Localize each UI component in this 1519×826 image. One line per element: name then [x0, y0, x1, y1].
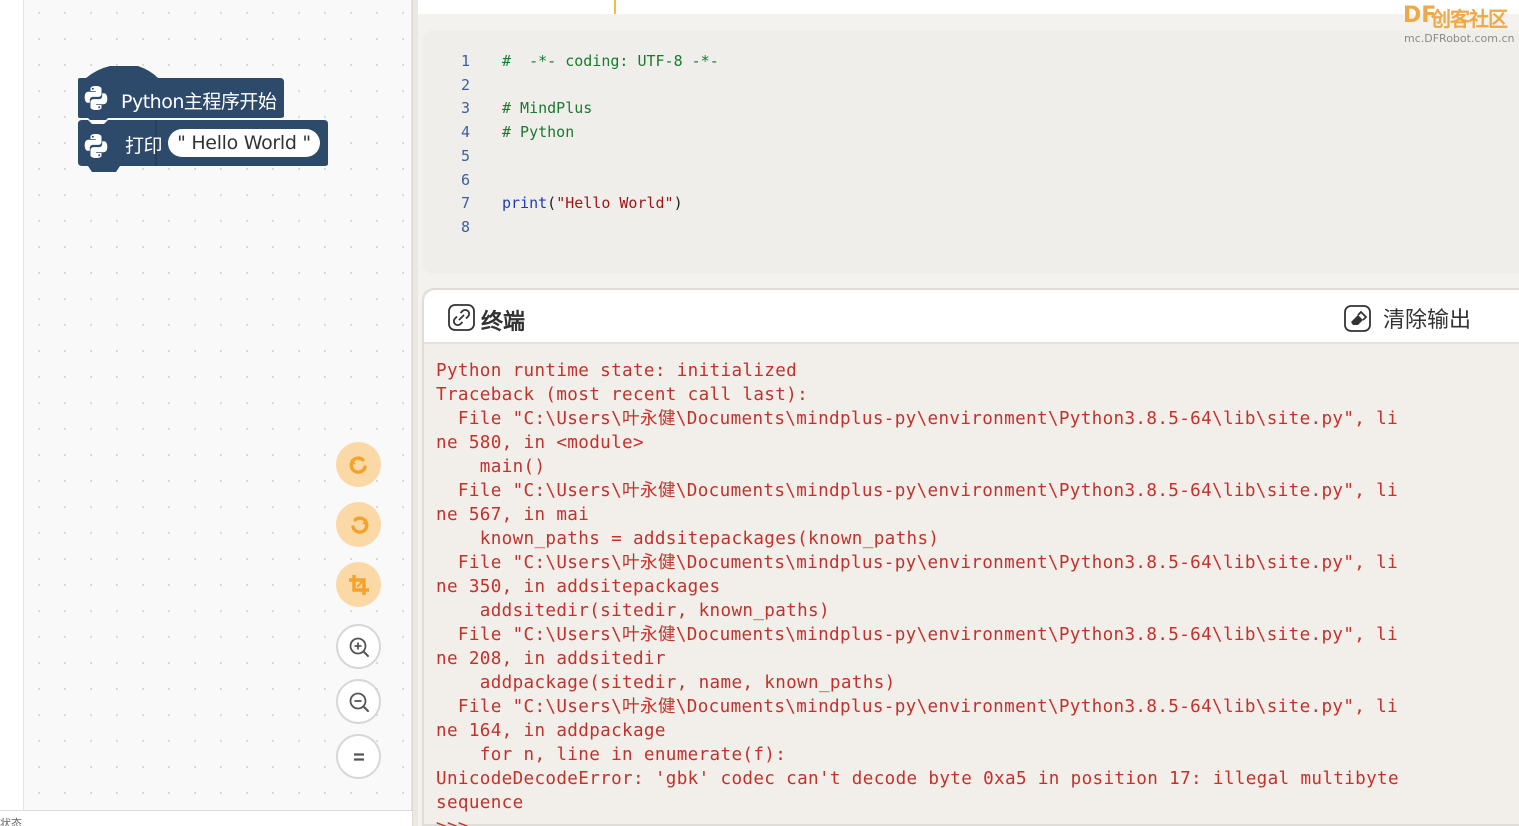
eraser-icon — [1344, 304, 1371, 332]
editor-tab-active[interactable] — [418, 0, 616, 14]
line-number: 1 — [460, 52, 470, 70]
line-number: 6 — [460, 171, 470, 189]
terminal-line: for n, line in enumerate(f): — [436, 745, 787, 765]
terminal-line: addpackage(sitedir, name, known_paths) — [436, 673, 896, 693]
workspace-status-bar: 状态 — [0, 810, 412, 826]
terminal-line: sequence — [436, 793, 524, 813]
redo-button[interactable] — [336, 502, 381, 547]
terminal-line: File "C:\Users\叶永健\Documents\mindplus-py… — [436, 553, 1399, 573]
python-logo-icon — [84, 86, 108, 110]
crop-icon — [348, 574, 369, 595]
line-number: 2 — [460, 76, 470, 94]
reset-zoom-button[interactable] — [336, 734, 381, 779]
terminal-line: File "C:\Users\叶永健\Documents\mindplus-py… — [436, 625, 1399, 645]
zoom-in-button[interactable] — [336, 624, 381, 669]
code-line-3: # MindPlus — [502, 99, 593, 117]
code-line-1: # -*- coding: UTF-8 -*- — [502, 52, 719, 70]
zoom-in-icon — [349, 637, 369, 657]
terminal-line: File "C:\Users\叶永健\Documents\mindplus-py… — [436, 481, 1399, 501]
terminal-line: ne 350, in addsitepackages — [436, 577, 721, 597]
terminal-line: File "C:\Users\叶永健\Documents\mindplus-py… — [436, 697, 1399, 717]
code-line-4: # Python — [502, 123, 575, 141]
clear-output-button[interactable]: 清除输出 — [1344, 302, 1471, 334]
line-number: 5 — [460, 147, 470, 165]
watermark-url: mc.DFRobot.com.cn — [1404, 32, 1515, 45]
terminal-line: ne 208, in addsitedir — [436, 649, 666, 669]
zoom-out-button[interactable] — [336, 679, 381, 724]
clear-output-label: 清除输出 — [1383, 308, 1472, 333]
line-number: 7 — [460, 194, 470, 212]
terminal-line: main() — [436, 457, 546, 477]
watermark-logo: DF 创客社区 mc.DFRobot.com.cn — [1403, 3, 1517, 45]
code-string: "Hello World" — [556, 194, 674, 212]
terminal-line: UnicodeDecodeError: 'gbk' codec can't de… — [436, 769, 1399, 789]
watermark-community: 创客社区 — [1431, 7, 1508, 31]
redo-icon — [350, 515, 368, 534]
line-number: 4 — [460, 123, 470, 141]
terminal-line: addsitedir(sitedir, known_paths) — [436, 601, 830, 621]
code-line-7: print("Hello World") — [502, 194, 683, 212]
python-logo-icon — [84, 134, 108, 158]
terminal-title: 终端 — [481, 310, 526, 335]
undo-icon — [349, 455, 367, 474]
terminal-line: >>> — [436, 815, 1506, 826]
workspace-status-text: 状态 — [0, 817, 22, 826]
terminal-line: known_paths = addsitepackages(known_path… — [436, 529, 940, 549]
code-paren-close: ) — [673, 194, 683, 212]
terminal-line: ne 580, in <module> — [436, 433, 644, 453]
print-text-input[interactable]: " Hello World " — [168, 129, 320, 157]
terminal-line: ne 567, in mai — [436, 505, 590, 525]
equals-icon — [353, 752, 364, 761]
terminal-line: ne 164, in addpackage — [436, 721, 666, 741]
zoom-out-icon — [349, 692, 369, 712]
terminal-output[interactable]: Python runtime state: initialized Traceba… — [436, 359, 1506, 826]
terminal-line: File "C:\Users\叶永健\Documents\mindplus-py… — [436, 409, 1399, 429]
toolbox-edge — [0, 0, 24, 810]
line-number: 3 — [460, 99, 470, 117]
terminal-line: Python runtime state: initialized — [436, 361, 798, 381]
pane-splitter[interactable] — [412, 0, 418, 826]
terminal-line: Traceback (most recent call last): — [436, 385, 809, 405]
code-function-name: print — [502, 194, 548, 212]
undo-button[interactable] — [336, 442, 381, 487]
main-start-label: Python主程序开始 — [121, 91, 277, 113]
line-number: 8 — [460, 218, 470, 236]
link-icon — [448, 304, 475, 331]
code-paren-open: ( — [547, 194, 557, 212]
print-label: 打印 — [125, 135, 163, 157]
crop-button[interactable] — [336, 562, 381, 607]
